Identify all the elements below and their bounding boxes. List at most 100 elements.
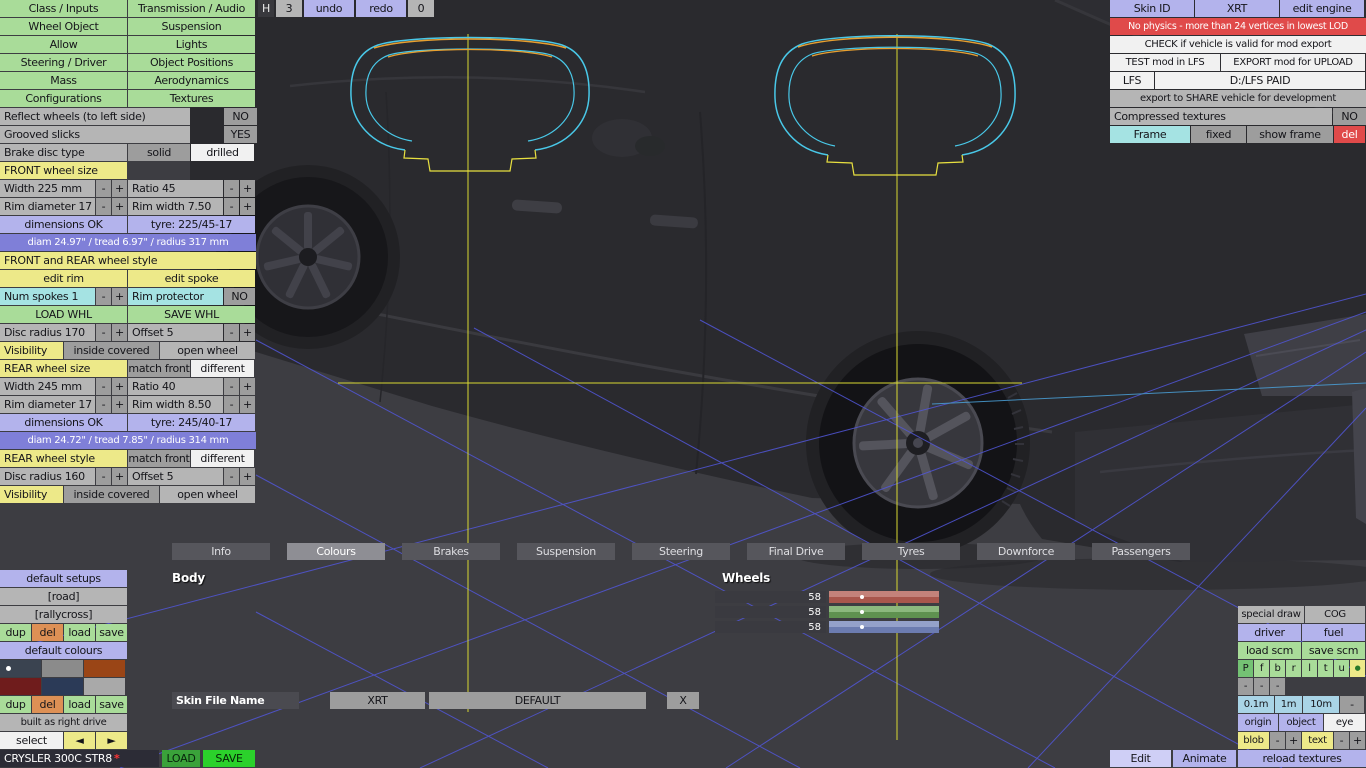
rear-rim-width-value[interactable]: Rim width 8.50	[128, 396, 223, 413]
minus-button[interactable]: -	[1270, 678, 1285, 695]
skin-clear-button[interactable]: X	[667, 692, 699, 709]
plus-button[interactable]: +	[240, 378, 255, 395]
lfs-button[interactable]: LFS	[1110, 72, 1154, 89]
rear-disc-radius-value[interactable]: Disc radius 160	[0, 468, 95, 485]
share-vehicle-button[interactable]: export to SHARE vehicle for development	[1110, 90, 1366, 107]
plus-button[interactable]: +	[112, 180, 127, 197]
nav-class-inputs[interactable]: Class / Inputs	[0, 0, 127, 17]
rear-inside-covered-button[interactable]: inside covered	[64, 486, 159, 503]
fuel-button[interactable]: fuel	[1302, 624, 1365, 641]
minus-button[interactable]: -	[224, 378, 239, 395]
nav-lights[interactable]: Lights	[128, 36, 255, 53]
tab-downforce[interactable]: Downforce	[977, 543, 1075, 560]
compressed-textures-toggle[interactable]: NO	[1333, 108, 1366, 125]
skin-name-button[interactable]: DEFAULT	[429, 692, 646, 709]
nav-allow[interactable]: Allow	[0, 36, 127, 53]
export-mod-button[interactable]: EXPORT mod for UPLOAD	[1221, 54, 1365, 71]
view-dot-button[interactable]: ●	[1350, 660, 1365, 677]
front-inside-covered-button[interactable]: inside covered	[64, 342, 159, 359]
colour-del-button[interactable]: del	[32, 696, 63, 713]
plus-button[interactable]: +	[112, 324, 127, 341]
reflect-wheels-toggle[interactable]: NO	[224, 108, 257, 125]
setup-dup-button[interactable]: dup	[0, 624, 31, 641]
frame-button[interactable]: Frame	[1110, 126, 1190, 143]
animate-mode-button[interactable]: Animate	[1173, 750, 1236, 767]
minus-button[interactable]: -	[1238, 678, 1253, 695]
nav-configurations[interactable]: Configurations	[0, 90, 127, 107]
prev-arrow-button[interactable]: ◄	[64, 732, 95, 749]
undo-button[interactable]: undo	[304, 0, 354, 17]
tab-final-drive[interactable]: Final Drive	[747, 543, 845, 560]
skin-id-button[interactable]: Skin ID	[1110, 0, 1194, 17]
num-spokes-value[interactable]: Num spokes 1	[0, 288, 95, 305]
plus-button[interactable]: +	[112, 378, 127, 395]
built-right-drive-toggle[interactable]: built as right drive	[0, 714, 127, 731]
special-draw-button[interactable]: special draw	[1238, 606, 1304, 623]
setup-del-button[interactable]: del	[32, 624, 63, 641]
front-width-value[interactable]: Width 225 mm	[0, 180, 95, 197]
lfs-path-button[interactable]: D:/LFS PAID	[1155, 72, 1365, 89]
nav-transmission-audio[interactable]: Transmission / Audio	[128, 0, 255, 17]
view-top-button[interactable]: t	[1318, 660, 1333, 677]
nav-wheel-object[interactable]: Wheel Object	[0, 18, 127, 35]
frame-delete-button[interactable]: del	[1334, 126, 1365, 143]
text-button[interactable]: text	[1302, 732, 1333, 749]
save-scm-button[interactable]: save scm	[1302, 642, 1365, 659]
rear-size-different-button[interactable]: different	[191, 360, 254, 377]
minus-button[interactable]: -	[96, 324, 111, 341]
nav-textures[interactable]: Textures	[128, 90, 255, 107]
redo-button[interactable]: redo	[356, 0, 406, 17]
minus-button[interactable]: -	[96, 396, 111, 413]
minus-button[interactable]: -	[96, 288, 111, 305]
front-offset-value[interactable]: Offset 5	[128, 324, 223, 341]
colour-swatch-4[interactable]	[0, 678, 41, 695]
rear-rim-diameter-value[interactable]: Rim diameter 17	[0, 396, 95, 413]
tab-brakes[interactable]: Brakes	[402, 543, 500, 560]
colour-swatch-5[interactable]	[42, 678, 83, 695]
view-perspective-button[interactable]: P	[1238, 660, 1253, 677]
tab-passengers[interactable]: Passengers	[1092, 543, 1190, 560]
show-frame-button[interactable]: show frame	[1247, 126, 1333, 143]
minus-button[interactable]: -	[96, 180, 111, 197]
load-whl-button[interactable]: LOAD WHL	[0, 306, 127, 323]
rear-size-match-front-button[interactable]: match front	[128, 360, 190, 377]
colour-save-button[interactable]: save	[96, 696, 127, 713]
grid-0-1m-button[interactable]: 0.1m	[1238, 696, 1274, 713]
plus-button[interactable]: +	[240, 198, 255, 215]
tab-info[interactable]: Info	[172, 543, 270, 560]
nav-aerodynamics[interactable]: Aerodynamics	[128, 72, 255, 89]
edit-engine-button[interactable]: edit engine	[1280, 0, 1364, 17]
colour-swatch-3[interactable]	[84, 660, 125, 677]
view-front-button[interactable]: f	[1254, 660, 1269, 677]
colour-dup-button[interactable]: dup	[0, 696, 31, 713]
plus-button[interactable]: +	[1350, 732, 1365, 749]
view-under-button[interactable]: u	[1334, 660, 1349, 677]
nav-steering-driver[interactable]: Steering / Driver	[0, 54, 127, 71]
minus-button[interactable]: -	[96, 468, 111, 485]
skin-id-value[interactable]: XRT	[1195, 0, 1279, 17]
colour-swatch-1[interactable]	[0, 660, 41, 677]
setup-rallycross[interactable]: [rallycross]	[0, 606, 127, 623]
rear-open-wheel-button[interactable]: open wheel	[160, 486, 255, 503]
brake-disc-drilled-button[interactable]: drilled	[191, 144, 254, 161]
tab-colours[interactable]: Colours	[287, 543, 385, 560]
rear-width-value[interactable]: Width 245 mm	[0, 378, 95, 395]
minus-button[interactable]: -	[224, 180, 239, 197]
save-vehicle-button[interactable]: SAVE	[203, 750, 255, 767]
minus-button[interactable]: -	[96, 378, 111, 395]
grid-1m-button[interactable]: 1m	[1275, 696, 1302, 713]
colour-swatch-6[interactable]	[84, 678, 125, 695]
plus-button[interactable]: +	[112, 198, 127, 215]
edit-rim-button[interactable]: edit rim	[0, 270, 127, 287]
default-setups-button[interactable]: default setups	[0, 570, 127, 587]
check-valid-button[interactable]: CHECK if vehicle is valid for mod export	[1110, 36, 1366, 53]
minus-button[interactable]: -	[224, 468, 239, 485]
front-rim-diameter-value[interactable]: Rim diameter 17	[0, 198, 95, 215]
history-button[interactable]: H	[258, 0, 274, 17]
view-left-button[interactable]: l	[1302, 660, 1317, 677]
rear-style-different-button[interactable]: different	[191, 450, 254, 467]
plus-button[interactable]: +	[240, 180, 255, 197]
wheel-blue-slider[interactable]	[829, 621, 939, 633]
tab-tyres[interactable]: Tyres	[862, 543, 960, 560]
minus-button[interactable]: -	[96, 198, 111, 215]
